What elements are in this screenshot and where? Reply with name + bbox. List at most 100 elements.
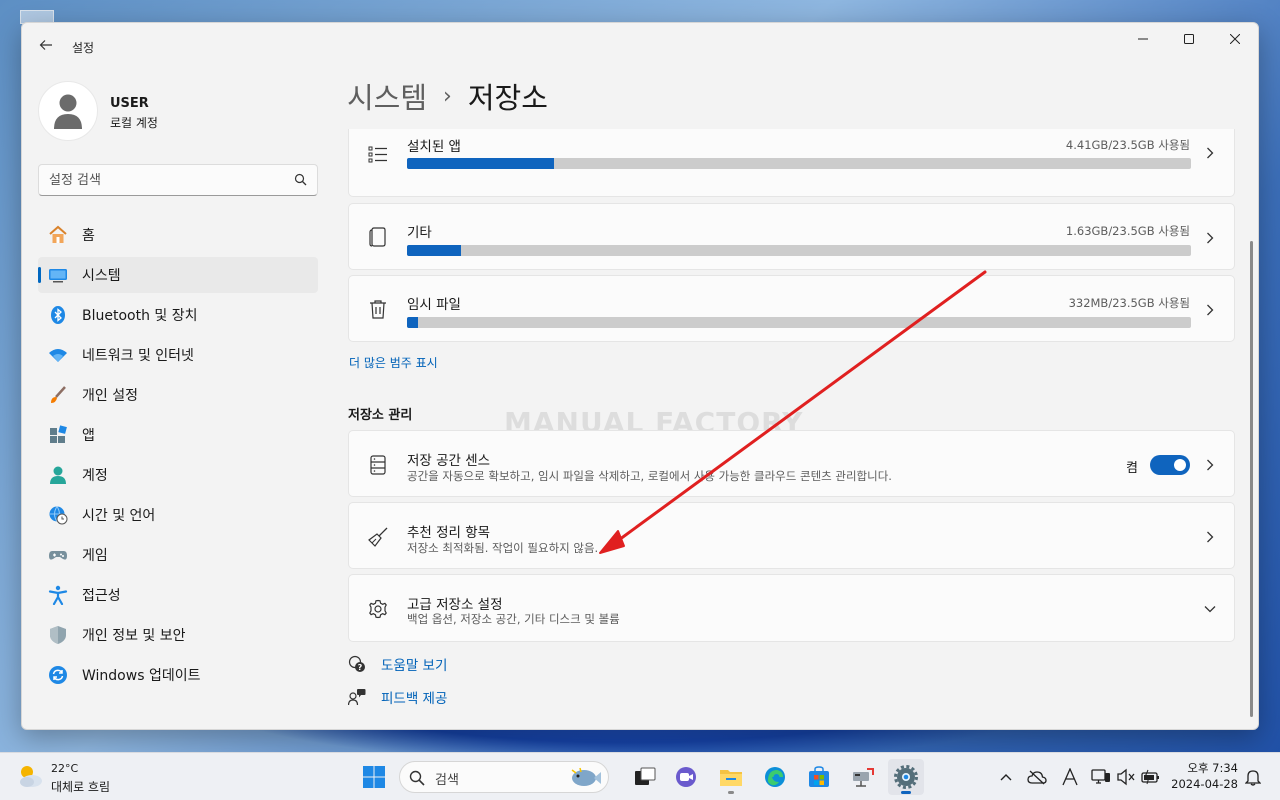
account-icon xyxy=(48,465,68,485)
back-button[interactable] xyxy=(34,33,58,57)
maximize-button[interactable] xyxy=(1166,23,1212,55)
get-help-link[interactable]: ? 도움말 보기 xyxy=(347,653,447,675)
app-running-indicator xyxy=(728,791,734,794)
settings-search-input[interactable] xyxy=(49,170,279,190)
sidebar-item-system[interactable]: 시스템 xyxy=(38,257,318,293)
notifications-button[interactable] xyxy=(1243,767,1263,787)
taskbar-search-placeholder: 검색 xyxy=(435,773,459,788)
sidebar-item-personalization[interactable]: 개인 설정 xyxy=(38,377,318,413)
sidebar-item-label: 게임 xyxy=(82,548,108,564)
chevron-right-icon xyxy=(1202,230,1218,246)
chevron-right-icon xyxy=(1202,457,1218,473)
usage-bar xyxy=(407,317,1191,328)
sidebar-item-gaming[interactable]: 게임 xyxy=(38,537,318,573)
taskbar: 22°C 대체로 흐림 검색 오후 7:34 2024-04-28 xyxy=(0,752,1280,800)
close-button[interactable] xyxy=(1212,23,1258,55)
sidebar-item-label: 개인 정보 및 보안 xyxy=(82,628,186,644)
breadcrumb: 시스템 › 저장소 xyxy=(347,75,548,117)
clock-time[interactable]: 오후 7:34 xyxy=(1172,760,1238,776)
start-button[interactable] xyxy=(362,765,386,789)
storage-content: 설치된 앱 4.41GB/23.5GB 사용됨 기타 1.63GB/23.5GB… xyxy=(347,129,1236,729)
tray-battery[interactable] xyxy=(1140,767,1160,787)
storage-sense-card[interactable]: 저장 공간 센스 공간을 자동으로 확보하고, 임시 파일을 삭제하고, 로컬에… xyxy=(348,430,1235,497)
feedback-label: 피드백 제공 xyxy=(381,691,448,707)
breadcrumb-parent[interactable]: 시스템 xyxy=(347,75,427,117)
help-chat-icon: ? xyxy=(347,654,367,674)
taskbar-app-file-explorer[interactable] xyxy=(713,759,749,795)
partly-cloudy-icon xyxy=(20,766,42,787)
storage-category-other[interactable]: 기타 1.63GB/23.5GB 사용됨 xyxy=(348,203,1235,270)
taskbar-app-edge[interactable] xyxy=(757,759,793,795)
content-scrollbar[interactable] xyxy=(1250,241,1253,717)
sidebar-item-time-language[interactable]: 시간 및 언어 xyxy=(38,497,318,533)
sidebar-item-apps[interactable]: 앱 xyxy=(38,417,318,453)
maximize-icon xyxy=(1184,34,1194,44)
app-active-indicator xyxy=(901,791,911,794)
storage-category-temp-files[interactable]: 임시 파일 332MB/23.5GB 사용됨 xyxy=(348,275,1235,342)
task-view-button[interactable] xyxy=(627,759,663,795)
tray-onedrive[interactable] xyxy=(1027,767,1047,787)
svg-text:?: ? xyxy=(358,663,363,672)
taskbar-app-store[interactable] xyxy=(801,759,837,795)
sidebar-item-label: 홈 xyxy=(82,228,95,244)
user-avatar-icon xyxy=(54,94,82,129)
clock-date[interactable]: 2024-04-28 xyxy=(1165,777,1238,791)
settings-search-box[interactable] xyxy=(38,164,318,196)
tray-volume[interactable] xyxy=(1116,767,1136,787)
avatar xyxy=(38,81,98,141)
window-controls xyxy=(1120,23,1258,55)
taskbar-app-network-tool[interactable] xyxy=(845,759,881,795)
sidebar-item-home[interactable]: 홈 xyxy=(38,217,318,253)
feedback-link[interactable]: 피드백 제공 xyxy=(347,686,447,708)
advanced-storage-settings-card[interactable]: 고급 저장소 설정 백업 옵션, 저장소 공간, 기타 디스크 및 볼륨 xyxy=(348,574,1235,642)
sidebar-item-bluetooth[interactable]: Bluetooth 및 장치 xyxy=(38,297,318,333)
sidebar-item-label: 개인 설정 xyxy=(82,388,138,404)
usage-bar-fill xyxy=(407,158,555,169)
sidebar-item-windows-update[interactable]: Windows 업데이트 xyxy=(38,657,318,693)
globe-clock-icon xyxy=(48,505,68,525)
category-title: 임시 파일 xyxy=(407,297,461,313)
usage-bar xyxy=(407,245,1191,256)
sidebar-item-label: Bluetooth 및 장치 xyxy=(82,308,198,324)
weather-widget[interactable]: 22°C 대체로 흐림 xyxy=(16,761,136,794)
battery-charging-icon xyxy=(1141,769,1159,785)
show-more-categories-link[interactable]: 더 많은 범주 표시 xyxy=(349,354,438,371)
bell-icon xyxy=(1245,770,1261,786)
apps-icon xyxy=(48,425,68,445)
monitor-icon xyxy=(1091,769,1110,784)
breadcrumb-separator: › xyxy=(443,83,452,109)
show-hidden-icons-button[interactable] xyxy=(996,767,1016,787)
update-icon xyxy=(48,665,68,685)
sidebar-item-accessibility[interactable]: 접근성 xyxy=(38,577,318,613)
category-title: 기타 xyxy=(407,225,432,241)
cleanup-recommendations-card[interactable]: 추천 정리 항목 저장소 최적화됨. 작업이 필요하지 않음. xyxy=(348,502,1235,569)
storage-drive-icon xyxy=(367,454,389,476)
gamepad-icon xyxy=(48,545,68,565)
system-icon xyxy=(48,265,68,285)
document-icon xyxy=(367,226,389,248)
edge-browser-icon xyxy=(765,767,785,787)
back-arrow-icon xyxy=(39,40,52,50)
input-method-a-icon xyxy=(1062,768,1078,786)
storage-sense-title: 저장 공간 센스 xyxy=(407,453,491,469)
taskbar-app-meet[interactable] xyxy=(668,759,704,795)
taskbar-search[interactable]: 검색 xyxy=(399,761,609,793)
taskbar-app-settings[interactable] xyxy=(888,759,924,795)
section-title-storage-management: 저장소 관리 xyxy=(348,408,413,423)
help-links: ? 도움말 보기 피드백 제공 xyxy=(347,653,447,719)
sidebar-item-network[interactable]: 네트워크 및 인터넷 xyxy=(38,337,318,373)
weather-description: 대체로 흐림 xyxy=(51,780,111,794)
search-highlight-fish-icon xyxy=(571,767,601,786)
sidebar-item-label: 앱 xyxy=(82,428,95,444)
sidebar-item-label: 시간 및 언어 xyxy=(82,508,156,524)
minimize-button[interactable] xyxy=(1120,23,1166,55)
user-profile[interactable]: USER 로컬 계정 xyxy=(38,81,318,141)
sidebar-item-accounts[interactable]: 계정 xyxy=(38,457,318,493)
storage-category-installed-apps[interactable]: 설치된 앱 4.41GB/23.5GB 사용됨 xyxy=(348,129,1235,197)
tray-input-method[interactable] xyxy=(1060,767,1080,787)
storage-sense-toggle[interactable] xyxy=(1150,455,1190,475)
sidebar-item-privacy[interactable]: 개인 정보 및 보안 xyxy=(38,617,318,653)
tray-display[interactable] xyxy=(1091,767,1111,787)
usage-bar-fill xyxy=(407,317,418,328)
settings-window: 설정 USER 로컬 계정 홈 xyxy=(21,22,1259,730)
